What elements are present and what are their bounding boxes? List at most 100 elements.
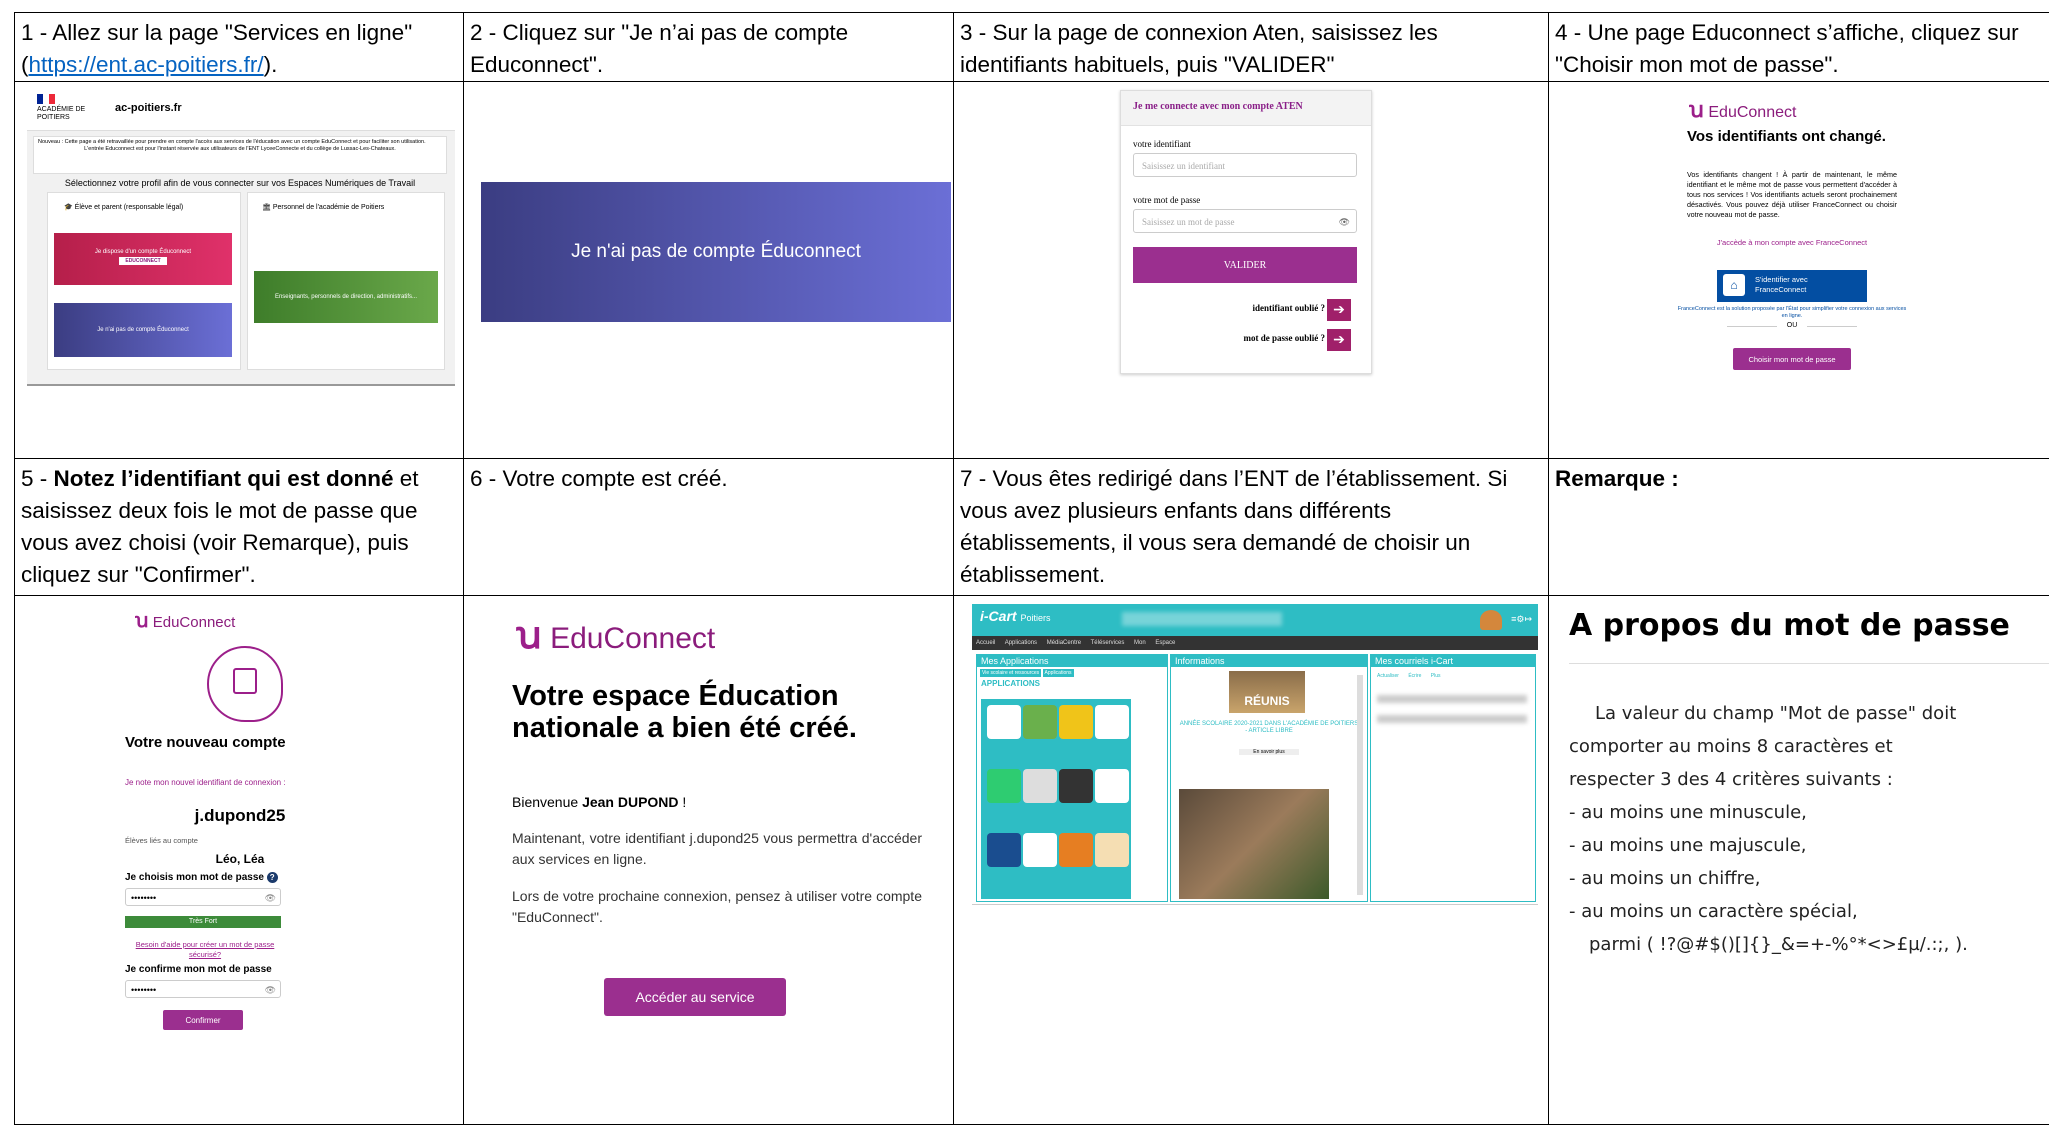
no-account-button[interactable]: Je n'ai pas de compte Éduconnect: [481, 182, 951, 322]
app-tile-icon[interactable]: [987, 833, 1021, 867]
confirm-input[interactable]: ••••••••👁: [125, 980, 281, 998]
app-tile-icon[interactable]: [1023, 833, 1057, 867]
created-message-2: Lors de votre prochaine connexion, pense…: [512, 886, 922, 928]
app-tile-icon[interactable]: [1095, 833, 1129, 867]
new-account-heading: Votre nouveau compte: [125, 734, 325, 751]
created-message-1: Maintenant, votre identifiant j.dupond25…: [512, 828, 922, 870]
header-icons[interactable]: ≡⚙↦: [1511, 614, 1532, 625]
validate-button[interactable]: VALIDER: [1133, 247, 1357, 283]
step2-caption: 2 - Cliquez sur "Je n’ai pas de compte E…: [464, 13, 954, 82]
franceconnect-note: FranceConnect est la solution proposée p…: [1677, 306, 1907, 320]
students-value: Léo, Léa: [125, 852, 355, 866]
blurred-mail-1[interactable]: [1377, 695, 1527, 703]
new-account-form: ꭒ EduConnect Votre nouveau compte Je not…: [125, 606, 355, 1106]
has-account-button[interactable]: Je dispose d'un compte Éduconnect EDUCON…: [54, 233, 232, 285]
forgot-pw-link[interactable]: mot de passe oublié ?: [1243, 333, 1325, 343]
eye-icon[interactable]: 👁: [265, 981, 276, 999]
app-tile-icon[interactable]: [1023, 769, 1057, 803]
educonnect-badge: EDUCONNECT: [119, 257, 166, 265]
ent-portal-screenshot: ACADÉMIE DE POITIERS ac-poitiers.fr Nouv…: [27, 90, 455, 386]
choose-password-button[interactable]: Choisir mon mot de passe: [1733, 348, 1851, 370]
step6-caption: 6 - Votre compte est créé.: [464, 459, 954, 596]
graduation-cap-icon: 🎓: [64, 204, 75, 211]
app-tile-icon[interactable]: [1059, 705, 1093, 739]
remark-content: A propos du mot de passe La valeur du ch…: [1549, 596, 2049, 1125]
step1-screenshot: ACADÉMIE DE POITIERS ac-poitiers.fr Nouv…: [15, 82, 464, 459]
step7-screenshot: i-Cart Poitiers ≡⚙↦ Accueil Applications…: [954, 596, 1549, 1125]
app-tile-icon[interactable]: [1059, 769, 1093, 803]
mail-panel: Mes courriels i-Cart Actualiser Écrire P…: [1370, 654, 1536, 902]
id-label: votre identifiant: [1133, 139, 1191, 149]
lock-head-icon: [207, 646, 283, 722]
aten-login-card: Je me connecte avec mon compte ATEN votr…: [1120, 90, 1372, 374]
mail-actions[interactable]: Actualiser Écrire Plus: [1377, 673, 1441, 679]
changed-heading: Vos identifiants ont changé.: [1687, 128, 1897, 145]
password-help-link[interactable]: Besoin d'aide pour créer un mot de passe…: [135, 940, 275, 960]
app-tile-icon[interactable]: [1023, 705, 1057, 739]
eye-icon[interactable]: 👁: [265, 889, 276, 907]
news-photo: [1179, 789, 1329, 899]
icart-header: i-Cart Poitiers ≡⚙↦: [972, 604, 1538, 636]
id-input[interactable]: Saisissez un identifiant: [1133, 153, 1357, 177]
site-name: ac-poitiers.fr: [115, 102, 182, 114]
app-tile-icon[interactable]: [1095, 705, 1129, 739]
icart-menu[interactable]: Accueil Applications MédiaCentre Téléser…: [972, 636, 1538, 650]
franceconnect-link[interactable]: J'accède à mon compte avec FranceConnect: [1707, 238, 1877, 248]
step5-screenshot: ꭒ EduConnect Votre nouveau compte Je not…: [15, 596, 464, 1125]
or-separator: OU: [1777, 322, 1807, 329]
no-account-button-small[interactable]: Je n'ai pas de compte Éduconnect: [54, 303, 232, 357]
confirm-button[interactable]: Confirmer: [163, 1010, 243, 1030]
blurred-school-name: [1122, 612, 1282, 626]
changed-body: Vos identifiants changent ! À partir de …: [1687, 170, 1897, 220]
franceconnect-button[interactable]: ⌂ S'identifier avecFranceConnect: [1717, 270, 1867, 302]
account-created-panel: ꭒ EduConnect Votre espace Éducation nati…: [512, 608, 932, 1068]
access-service-button[interactable]: Accéder au service: [604, 978, 786, 1016]
app-tile-icon[interactable]: [1059, 833, 1093, 867]
info-panel: Informations RÉUNIS ANNÉE SCOLAIRE 2020-…: [1170, 654, 1368, 902]
news-title[interactable]: ANNÉE SCOLAIRE 2020-2021 DANS L'ACADÉMIE…: [1179, 721, 1359, 735]
apps-grid: [981, 699, 1131, 899]
icart-ent-screenshot: i-Cart Poitiers ≡⚙↦ Accueil Applications…: [972, 604, 1538, 905]
app-tile-icon[interactable]: [987, 705, 1021, 739]
educonnect-logo-icon: ꭒ: [1689, 97, 1704, 122]
password-input[interactable]: ••••••••👁: [125, 888, 281, 906]
app-tile-icon[interactable]: [1095, 769, 1129, 803]
tutorial-page: 1 - Allez sur la page "Services en ligne…: [0, 0, 2049, 1112]
news-more-button[interactable]: En savoir plus: [1239, 749, 1299, 755]
app-tile-icon[interactable]: [987, 769, 1021, 803]
forgot-id-arrow-icon[interactable]: ➔: [1327, 299, 1351, 321]
step5-caption: 5 - Notez l’identifiant qui est donné et…: [15, 459, 464, 596]
scrollbar[interactable]: [1357, 675, 1363, 895]
steps-table: 1 - Allez sur la page "Services en ligne…: [14, 12, 2049, 1125]
staff-button[interactable]: Enseignants, personnels de direction, ad…: [254, 271, 438, 323]
avatar[interactable]: [1480, 610, 1502, 630]
academy-label: ACADÉMIE DE POITIERS: [37, 106, 97, 122]
forgot-id-link[interactable]: identifiant oublié ?: [1252, 303, 1325, 313]
special-characters: parmi ( !?@#$()[]{}_&=+-%°*<>£µ/.:;, ).: [1569, 928, 2049, 961]
remark-divider: [1569, 663, 2049, 664]
portal-header: ACADÉMIE DE POITIERS ac-poitiers.fr: [27, 90, 455, 131]
username-value: j.dupond25: [125, 806, 355, 826]
ent-link[interactable]: https://ent.ac-poitiers.fr/: [29, 52, 264, 77]
step7-caption: 7 - Vous êtes redirigé dans l’ENT de l’é…: [954, 459, 1549, 596]
institution-icon: 🏛: [262, 204, 273, 211]
criterion-lowercase: - au moins une minuscule,: [1569, 796, 2049, 829]
news-image: RÉUNIS: [1229, 671, 1305, 713]
pw-input[interactable]: Saisissez un mot de passe👁: [1133, 209, 1357, 233]
blurred-mail-2[interactable]: [1377, 715, 1527, 723]
educonnect-logo-icon: ꭒ: [516, 615, 542, 657]
apps-panel: Mes Applications Vie scolaire et ressour…: [976, 654, 1168, 902]
step4-screenshot: ꭒ EduConnect Vos identifiants ont changé…: [1549, 82, 2049, 459]
remark-title: A propos du mot de passe: [1569, 608, 2049, 643]
criterion-uppercase: - au moins une majuscule,: [1569, 829, 2049, 862]
icart-logo: i-Cart Poitiers: [980, 608, 1050, 624]
user-name: Jean DUPOND: [582, 794, 678, 810]
step2-screenshot: Je n'ai pas de compte Éduconnect: [464, 82, 954, 459]
help-icon[interactable]: ?: [267, 872, 278, 883]
franceconnect-icon: ⌂: [1723, 274, 1745, 296]
forgot-pw-arrow-icon[interactable]: ➔: [1327, 329, 1351, 351]
eye-icon[interactable]: 👁: [1339, 210, 1350, 234]
step4-caption: 4 - Une page Educonnect s’affiche, cliqu…: [1549, 13, 2049, 82]
remark-body: La valeur du champ "Mot de passe" doit c…: [1569, 697, 2049, 961]
note-id-label: Je note mon nouvel identifiant de connex…: [125, 778, 305, 788]
